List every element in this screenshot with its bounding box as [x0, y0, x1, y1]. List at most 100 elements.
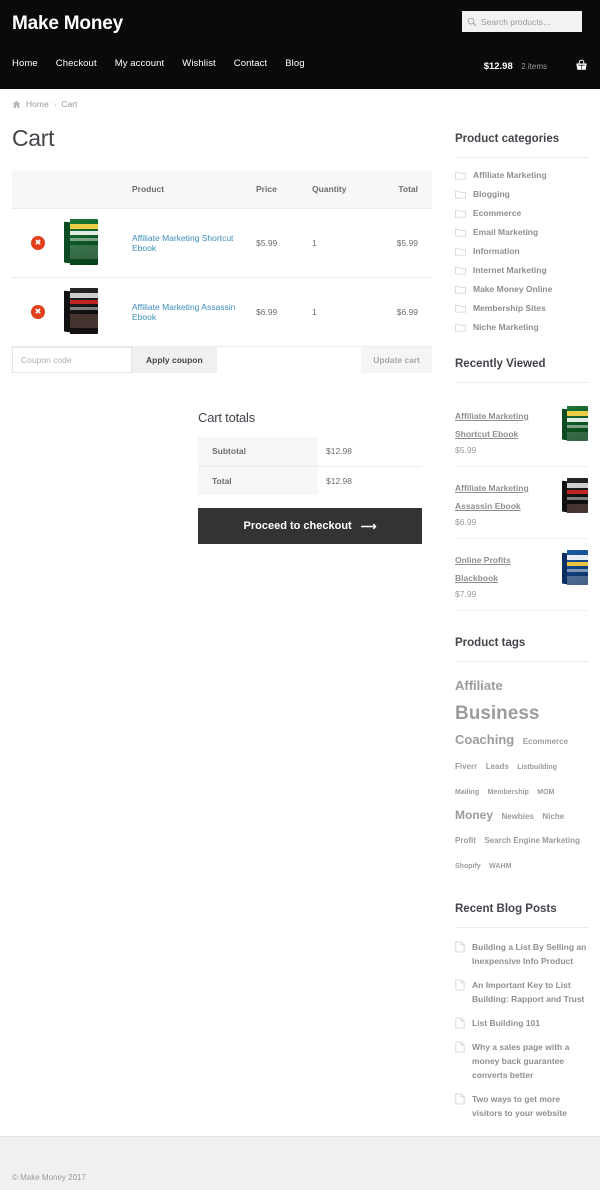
tag-link[interactable]: Leads: [486, 761, 509, 773]
blog-post-link[interactable]: Building a List By Selling an Inexpensiv…: [472, 940, 588, 968]
tag-link[interactable]: Search Engine Marketing: [484, 835, 580, 847]
product-thumbnail-dark-book[interactable]: [64, 287, 98, 334]
header-cart[interactable]: $12.98 2 items: [484, 56, 588, 74]
folder-icon: [455, 171, 466, 180]
tag-link[interactable]: Shopify: [455, 862, 481, 873]
recently-viewed-info: Affiliate Marketing Assassin Ebook $6.99: [455, 478, 556, 527]
nav-item-contact[interactable]: Contact: [234, 58, 267, 69]
coupon-input[interactable]: [12, 346, 132, 373]
update-cart-button[interactable]: Update cart: [361, 346, 432, 373]
tag-link[interactable]: Niche: [542, 811, 564, 823]
list-item[interactable]: Affiliate Marketing Shortcut Ebook $5.99: [455, 395, 588, 467]
list-item[interactable]: Email Marketing: [455, 227, 588, 237]
product-link[interactable]: Affiliate Marketing Assassin Ebook: [132, 302, 235, 322]
category-link[interactable]: Niche Marketing: [473, 322, 539, 332]
list-item[interactable]: Affiliate Marketing Assassin Ebook $6.99: [455, 467, 588, 539]
tag-link[interactable]: MOM: [537, 788, 554, 799]
cell-thumbnail[interactable]: [64, 207, 132, 278]
category-link[interactable]: Make Money Online: [473, 284, 552, 294]
tag-link[interactable]: Newbies: [501, 811, 533, 823]
arrow-right-icon: ⟶: [360, 520, 377, 533]
tag-link[interactable]: Listbuilding: [517, 763, 557, 774]
col-quantity: Quantity: [312, 170, 374, 208]
cart-header-row: Product Price Quantity Total: [12, 170, 432, 208]
category-link[interactable]: Blogging: [473, 189, 510, 199]
tag-link[interactable]: Profit: [455, 835, 476, 847]
cell-thumbnail[interactable]: [64, 277, 132, 347]
recently-viewed-link[interactable]: Affiliate Marketing Assassin Ebook: [455, 483, 529, 511]
category-link[interactable]: Ecommerce: [473, 208, 521, 218]
list-item[interactable]: Building a List By Selling an Inexpensiv…: [455, 940, 588, 968]
product-thumbnail-green-book[interactable]: [64, 218, 98, 265]
tag-link[interactable]: Membership: [488, 788, 529, 799]
search-input[interactable]: [481, 16, 577, 27]
list-item[interactable]: Online Profits Blackbook $7.99: [455, 539, 588, 611]
list-item[interactable]: Make Money Online: [455, 284, 588, 294]
nav-item-my-account[interactable]: My account: [115, 58, 165, 69]
list-item[interactable]: Affiliate Marketing: [455, 170, 588, 180]
list-item[interactable]: Blogging: [455, 189, 588, 199]
table-row: ✖ Affiliate Mar: [12, 277, 432, 347]
recently-viewed-thumbnail[interactable]: [562, 550, 588, 590]
cart-item-count: 2 items: [521, 62, 547, 71]
tag-link[interactable]: Business: [455, 699, 539, 728]
col-product: Product: [132, 170, 256, 208]
remove-item-button[interactable]: ✖: [31, 304, 45, 319]
tag-link[interactable]: Ecommerce: [523, 736, 568, 748]
list-item[interactable]: List Building 101: [455, 1016, 588, 1030]
list-item[interactable]: Information: [455, 246, 588, 256]
nav-item-home[interactable]: Home: [12, 58, 38, 69]
proceed-to-checkout-button[interactable]: Proceed to checkout ⟶: [198, 508, 422, 544]
nav-item-checkout[interactable]: Checkout: [56, 58, 97, 69]
recently-viewed-thumbnail[interactable]: [562, 406, 588, 446]
widget-title-categories: Product categories: [455, 133, 588, 158]
tag-link[interactable]: Money: [455, 806, 493, 825]
list-item[interactable]: Why a sales page with a money back guara…: [455, 1040, 588, 1082]
list-item[interactable]: Niche Marketing: [455, 322, 588, 332]
list-item[interactable]: Internet Marketing: [455, 265, 588, 275]
recently-viewed-link[interactable]: Affiliate Marketing Shortcut Ebook: [455, 411, 529, 439]
nav-item-blog[interactable]: Blog: [285, 58, 304, 69]
list-item[interactable]: Two ways to get more visitors to your we…: [455, 1092, 588, 1120]
cell-quantity[interactable]: 1: [312, 207, 374, 278]
category-link[interactable]: Email Marketing: [473, 227, 538, 237]
cart-totals-title: Cart totals: [198, 410, 256, 425]
shopping-basket-icon[interactable]: [575, 59, 588, 72]
totals-row-subtotal: Subtotal $12.98: [198, 437, 422, 467]
search-box[interactable]: [462, 11, 582, 32]
blog-post-list: Building a List By Selling an Inexpensiv…: [455, 940, 588, 1120]
apply-coupon-button[interactable]: Apply coupon: [132, 346, 217, 373]
category-link[interactable]: Membership Sites: [473, 303, 546, 313]
main-column: Cart Product Price Quantity Total ✖ Affi…: [12, 125, 432, 373]
cell-total: $5.99: [374, 207, 432, 278]
blog-post-link[interactable]: Two ways to get more visitors to your we…: [472, 1092, 588, 1120]
list-item[interactable]: Membership Sites: [455, 303, 588, 313]
category-link[interactable]: Information: [473, 246, 520, 256]
recently-viewed-thumbnail[interactable]: [562, 478, 588, 518]
category-link[interactable]: Affiliate Marketing: [473, 170, 547, 180]
cell-quantity[interactable]: 1: [312, 277, 374, 347]
recently-viewed-price: $6.99: [455, 517, 477, 527]
document-icon: [455, 941, 465, 953]
recently-viewed-link[interactable]: Online Profits Blackbook: [455, 555, 511, 583]
tag-link[interactable]: Coaching: [455, 730, 514, 750]
list-item[interactable]: An Important Key to List Building: Rappo…: [455, 978, 588, 1006]
blog-post-link[interactable]: List Building 101: [472, 1016, 540, 1030]
folder-icon: [455, 323, 466, 332]
tag-link[interactable]: Affiliate: [455, 676, 503, 696]
site-brand[interactable]: Make Money: [12, 13, 123, 35]
total-value: $12.98: [318, 466, 422, 495]
nav-item-wishlist[interactable]: Wishlist: [182, 58, 216, 69]
blog-post-link[interactable]: Why a sales page with a money back guara…: [472, 1040, 588, 1082]
remove-item-button[interactable]: ✖: [31, 235, 45, 250]
list-item[interactable]: Ecommerce: [455, 208, 588, 218]
category-link[interactable]: Internet Marketing: [473, 265, 547, 275]
recently-viewed-info: Online Profits Blackbook $7.99: [455, 550, 556, 599]
tag-link[interactable]: Fiverr: [455, 761, 477, 773]
breadcrumb-home[interactable]: Home: [26, 99, 49, 109]
product-link[interactable]: Affiliate Marketing Shortcut Ebook: [132, 233, 233, 253]
folder-icon: [455, 304, 466, 313]
tag-link[interactable]: Mailing: [455, 788, 479, 799]
blog-post-link[interactable]: An Important Key to List Building: Rappo…: [472, 978, 588, 1006]
tag-link[interactable]: WAHM: [489, 862, 511, 873]
